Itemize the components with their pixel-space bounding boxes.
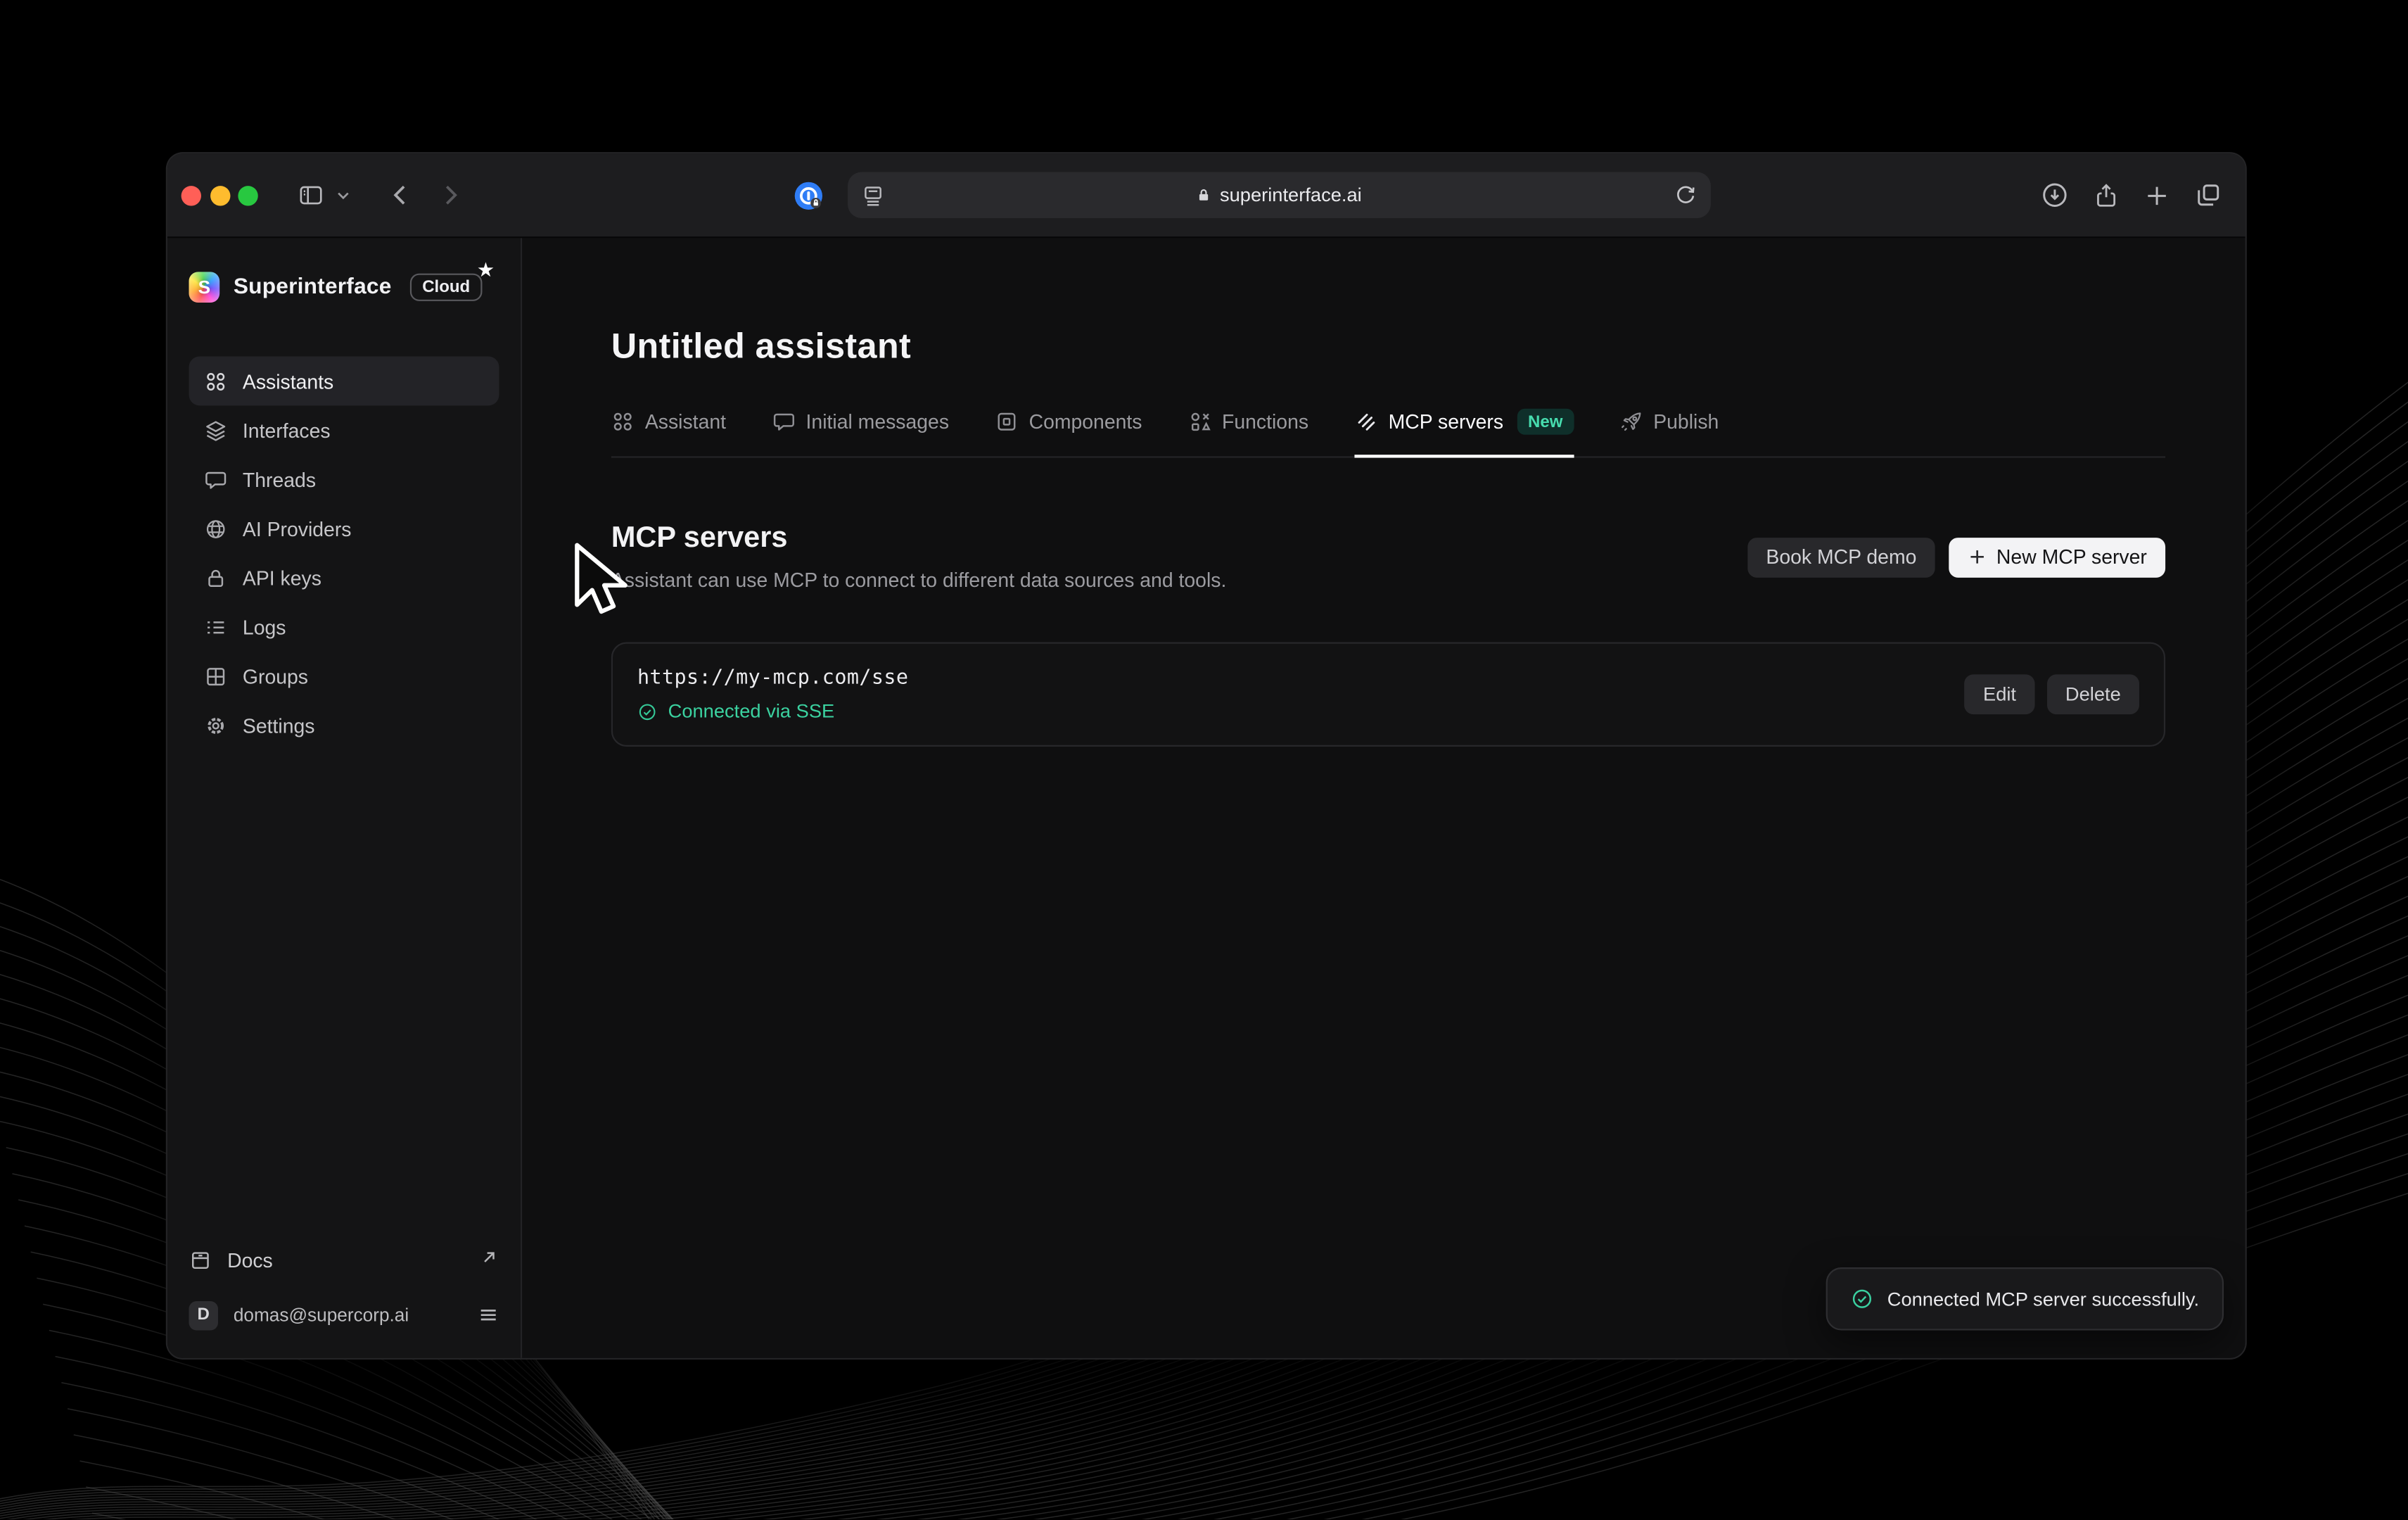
star-icon: ★ <box>477 259 495 279</box>
grid-dots-icon <box>611 410 635 433</box>
mix-icon <box>1188 410 1211 433</box>
traffic-lights <box>181 185 258 205</box>
chevron-down-icon[interactable] <box>335 186 352 203</box>
brand-name: Superinterface <box>234 274 392 299</box>
sidebar-item-api-keys[interactable]: API keys <box>189 553 499 602</box>
sidebar-item-threads[interactable]: Threads <box>189 455 499 504</box>
tab-components[interactable]: Components <box>995 409 1142 458</box>
page-title: Untitled assistant <box>611 326 2165 367</box>
sidebar-toggle-icon[interactable] <box>298 183 324 208</box>
external-link-icon <box>479 1248 499 1272</box>
main-panel: Untitled assistant Assistant Initial <box>522 238 2245 1357</box>
docs-box-icon <box>189 1248 212 1272</box>
check-circle-icon <box>1850 1287 1873 1310</box>
address-bar[interactable]: superinterface.ai <box>847 172 1710 218</box>
sidebar-item-logs[interactable]: Logs <box>189 602 499 652</box>
new-mcp-server-button[interactable]: New MCP server <box>1949 537 2165 577</box>
tab-bar: Assistant Initial messages Components <box>611 409 2165 458</box>
server-url: https://my-mcp.com/sse <box>637 666 1965 690</box>
globe-icon <box>204 517 227 540</box>
back-button-icon[interactable] <box>388 183 413 208</box>
server-status: Connected via SSE <box>637 700 1965 722</box>
reload-icon[interactable] <box>1673 184 1696 207</box>
toolbar-right-icons <box>2041 182 2222 209</box>
account-row[interactable]: D domas@supercorp.ai <box>189 1296 499 1333</box>
frame-icon <box>995 410 1019 433</box>
book-mcp-demo-button[interactable]: Book MCP demo <box>1747 537 1935 577</box>
tab-assistant[interactable]: Assistant <box>611 409 726 458</box>
brand[interactable]: S Superinterface Cloud ★ <box>189 267 499 306</box>
success-toast: Connected MCP server successfully. <box>1826 1267 2224 1331</box>
sidebar-nav: Assistants Interfaces Threads <box>189 356 499 749</box>
zoom-button[interactable] <box>238 185 257 205</box>
superinterface-logo-icon: S <box>189 271 220 302</box>
tab-functions[interactable]: Functions <box>1188 409 1308 458</box>
tab-publish[interactable]: Publish <box>1619 409 1719 458</box>
server-card-actions: Edit Delete <box>1965 674 2139 714</box>
toast-message: Connected MCP server successfully. <box>1887 1288 2199 1310</box>
tab-mcp-servers[interactable]: MCP servers New <box>1355 409 1574 458</box>
forward-button-icon[interactable] <box>438 183 462 208</box>
page-settings-icon[interactable] <box>861 184 884 207</box>
tab-overview-icon[interactable] <box>2195 182 2222 209</box>
sidebar-footer: Docs D domas@supercorp.ai <box>189 1243 499 1358</box>
mcp-server-card: https://my-mcp.com/sse Connected via SSE… <box>611 642 2165 747</box>
sidebar-item-settings[interactable]: Settings <box>189 700 499 749</box>
sidebar: S Superinterface Cloud ★ Assistants <box>167 238 522 1357</box>
section-actions: Book MCP demo New MCP server <box>1747 537 2165 577</box>
mcp-icon <box>1355 410 1378 433</box>
close-button[interactable] <box>181 185 201 205</box>
new-badge: New <box>1517 409 1574 435</box>
edit-button[interactable]: Edit <box>1965 674 2034 714</box>
chat-bubble-icon <box>204 468 227 491</box>
new-tab-icon[interactable] <box>2144 182 2170 208</box>
cloud-badge: Cloud ★ <box>410 272 483 300</box>
section-description: Assistant can use MCP to connect to diff… <box>611 569 1227 592</box>
account-email: domas@supercorp.ai <box>234 1304 409 1326</box>
minimize-button[interactable] <box>210 185 229 205</box>
delete-button[interactable]: Delete <box>2047 674 2139 714</box>
section-title: MCP servers <box>611 522 1227 556</box>
layers-icon <box>204 419 227 442</box>
sidebar-item-interfaces[interactable]: Interfaces <box>189 405 499 455</box>
server-info: https://my-mcp.com/sse Connected via SSE <box>637 666 1965 722</box>
browser-toolbar: superinterface.ai <box>167 153 2245 238</box>
tab-initial-messages[interactable]: Initial messages <box>772 409 950 458</box>
lock-icon <box>1195 186 1211 204</box>
check-circle-icon <box>637 702 657 721</box>
chat-bubble-icon <box>772 410 796 433</box>
desktop: superinterface.ai <box>0 0 2408 1519</box>
sidebar-item-ai-providers[interactable]: AI Providers <box>189 504 499 553</box>
url-text-group: superinterface.ai <box>1195 184 1362 206</box>
sidebar-item-groups[interactable]: Groups <box>189 652 499 701</box>
docs-link[interactable]: Docs <box>189 1243 499 1277</box>
gear-icon <box>204 714 227 737</box>
grid-icon <box>204 664 227 688</box>
rocket-icon <box>1619 410 1643 433</box>
section-header: MCP servers Assistant can use MCP to con… <box>611 522 2165 591</box>
lock-icon <box>204 566 227 589</box>
avatar: D <box>189 1300 218 1329</box>
plus-icon <box>1967 547 1987 566</box>
onepassword-extension-icon[interactable] <box>794 181 822 210</box>
account-menu-icon[interactable] <box>478 1304 499 1326</box>
window-content: S Superinterface Cloud ★ Assistants <box>167 238 2245 1357</box>
sidebar-item-assistants[interactable]: Assistants <box>189 356 499 405</box>
mouse-cursor <box>570 540 628 630</box>
list-icon <box>204 615 227 638</box>
downloads-icon[interactable] <box>2041 182 2068 209</box>
share-icon[interactable] <box>2093 182 2119 208</box>
browser-window: superinterface.ai <box>167 153 2245 1358</box>
url-text: superinterface.ai <box>1220 184 1362 206</box>
grid-dots-icon <box>204 369 227 393</box>
